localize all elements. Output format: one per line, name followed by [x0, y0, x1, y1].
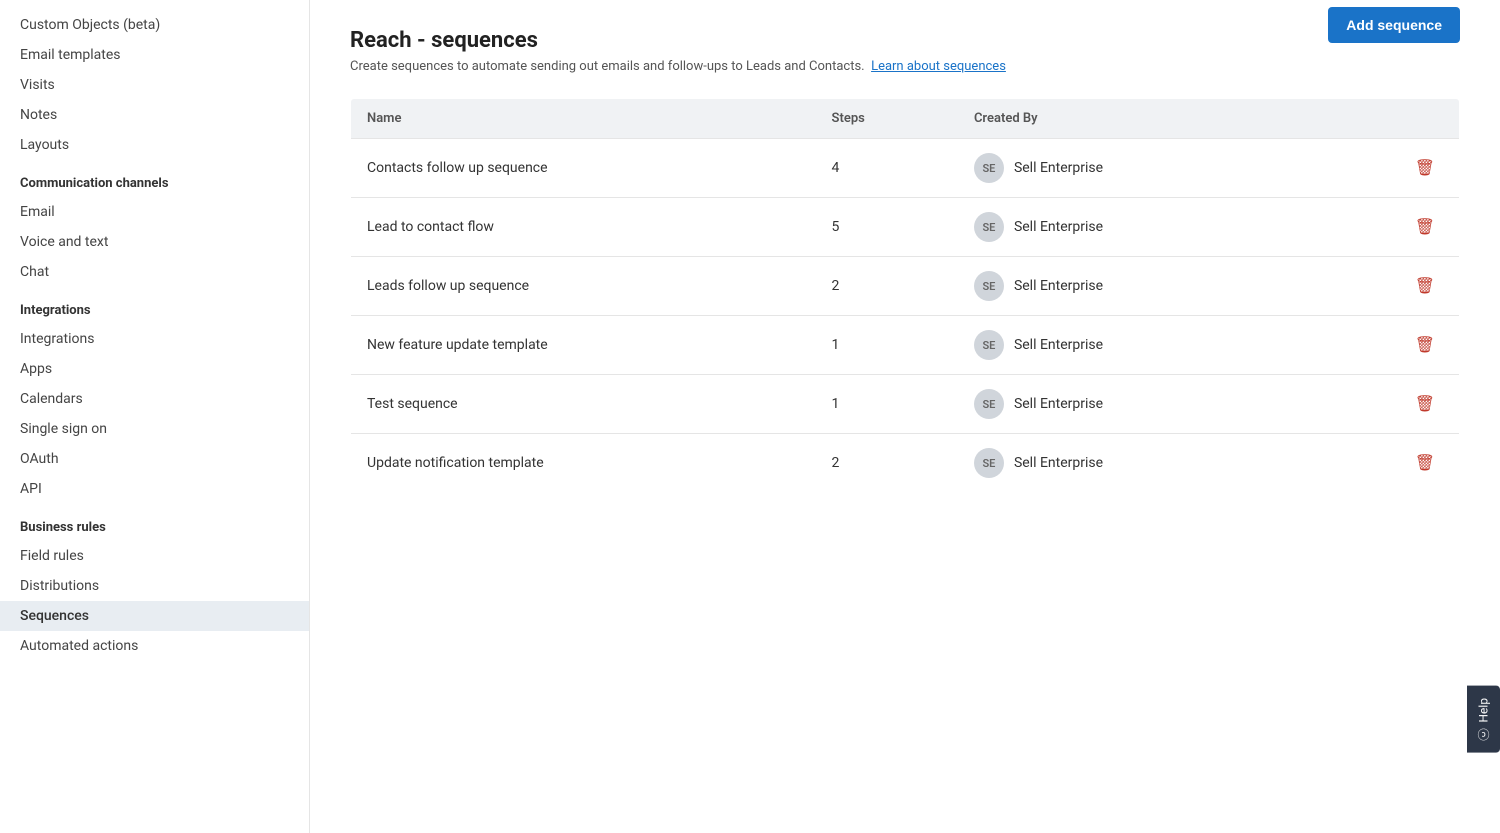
- sidebar-item-integrations[interactable]: Integrations: [0, 324, 309, 354]
- sidebar: Custom Objects (beta)Email templatesVisi…: [0, 0, 310, 833]
- delete-sequence-button[interactable]: 🗑: [1407, 390, 1443, 418]
- sequence-created-by: SE Sell Enterprise: [958, 316, 1309, 375]
- sequence-name: Leads follow up sequence: [351, 257, 816, 316]
- sequences-table: Name Steps Created By Contacts follow up…: [350, 98, 1460, 493]
- sequence-name: Lead to contact flow: [351, 198, 816, 257]
- sidebar-item-voice-and-text[interactable]: Voice and text: [0, 227, 309, 257]
- sidebar-item-apps[interactable]: Apps: [0, 354, 309, 384]
- table-row: New feature update template1 SE Sell Enter…: [351, 316, 1460, 375]
- sidebar-item-automated-actions[interactable]: Automated actions: [0, 631, 309, 661]
- sidebar-item-custom-objects[interactable]: Custom Objects (beta): [0, 10, 309, 40]
- sidebar-item-api[interactable]: API: [0, 474, 309, 504]
- delete-sequence-button[interactable]: 🗑: [1407, 449, 1443, 477]
- table-row: Update notification template2 SE Sell Ente…: [351, 434, 1460, 493]
- sequence-name: Update notification template: [351, 434, 816, 493]
- sidebar-section-business-rules: Business rules: [0, 504, 309, 541]
- sequence-steps: 1: [816, 375, 958, 434]
- creator-name: Sell Enterprise: [1014, 396, 1103, 412]
- delete-sequence-button[interactable]: 🗑: [1407, 213, 1443, 241]
- sequence-created-by: SE Sell Enterprise: [958, 375, 1309, 434]
- page-description: Create sequences to automate sending out…: [350, 59, 1460, 74]
- sequence-name: New feature update template: [351, 316, 816, 375]
- avatar: SE: [974, 330, 1004, 360]
- table-row: Test sequence1 SE Sell Enterprise 🗑: [351, 375, 1460, 434]
- table-row: Leads follow up sequence2 SE Sell Enterpri…: [351, 257, 1460, 316]
- sidebar-item-single-sign-on[interactable]: Single sign on: [0, 414, 309, 444]
- col-created-by: Created By: [958, 99, 1309, 139]
- table-header-row: Name Steps Created By: [351, 99, 1460, 139]
- sequence-created-by: SE Sell Enterprise: [958, 198, 1309, 257]
- sequence-created-by: SE Sell Enterprise: [958, 139, 1309, 198]
- avatar: SE: [974, 389, 1004, 419]
- sidebar-item-calendars[interactable]: Calendars: [0, 384, 309, 414]
- sequence-steps: 2: [816, 434, 958, 493]
- delete-sequence-button[interactable]: 🗑: [1407, 154, 1443, 182]
- sidebar-item-layouts[interactable]: Layouts: [0, 130, 309, 160]
- sidebar-item-sequences[interactable]: Sequences: [0, 601, 309, 631]
- add-sequence-button[interactable]: Add sequence: [1328, 7, 1460, 43]
- sequence-name: Test sequence: [351, 375, 816, 434]
- delete-sequence-button[interactable]: 🗑: [1407, 331, 1443, 359]
- creator-name: Sell Enterprise: [1014, 219, 1103, 235]
- sequence-created-by: SE Sell Enterprise: [958, 434, 1309, 493]
- table-row: Contacts follow up sequence4 SE Sell Enter…: [351, 139, 1460, 198]
- sequence-steps: 4: [816, 139, 958, 198]
- sidebar-item-field-rules[interactable]: Field rules: [0, 541, 309, 571]
- avatar: SE: [974, 212, 1004, 242]
- sequence-steps: 2: [816, 257, 958, 316]
- sidebar-item-visits[interactable]: Visits: [0, 70, 309, 100]
- learn-link[interactable]: Learn about sequences: [871, 59, 1006, 74]
- avatar: SE: [974, 448, 1004, 478]
- sequence-name: Contacts follow up sequence: [351, 139, 816, 198]
- col-steps: Steps: [816, 99, 958, 139]
- sidebar-section-communication-channels: Communication channels: [0, 160, 309, 197]
- help-label: Help: [1477, 698, 1491, 723]
- avatar: SE: [974, 153, 1004, 183]
- main-content: Reach - sequences Add sequence Create se…: [310, 0, 1500, 833]
- page-description-text: Create sequences to automate sending out…: [350, 59, 865, 74]
- sidebar-item-oauth[interactable]: OAuth: [0, 444, 309, 474]
- sidebar-item-distributions[interactable]: Distributions: [0, 571, 309, 601]
- table-row: Lead to contact flow5 SE Sell Enterprise 🗑: [351, 198, 1460, 257]
- sequence-steps: 5: [816, 198, 958, 257]
- col-name: Name: [351, 99, 816, 139]
- delete-sequence-button[interactable]: 🗑: [1407, 272, 1443, 300]
- creator-name: Sell Enterprise: [1014, 160, 1103, 176]
- sequence-created-by: SE Sell Enterprise: [958, 257, 1309, 316]
- sidebar-item-notes[interactable]: Notes: [0, 100, 309, 130]
- creator-name: Sell Enterprise: [1014, 278, 1103, 294]
- help-icon: ⓒ: [1475, 729, 1492, 741]
- col-actions: [1309, 99, 1459, 139]
- sequence-steps: 1: [816, 316, 958, 375]
- creator-name: Sell Enterprise: [1014, 455, 1103, 471]
- sidebar-item-email-templates[interactable]: Email templates: [0, 40, 309, 70]
- page-title: Reach - sequences: [350, 28, 1460, 53]
- help-button[interactable]: ⓒ Help: [1467, 686, 1500, 753]
- sidebar-item-email[interactable]: Email: [0, 197, 309, 227]
- avatar: SE: [974, 271, 1004, 301]
- sidebar-section-integrations: Integrations: [0, 287, 309, 324]
- sidebar-item-chat[interactable]: Chat: [0, 257, 309, 287]
- creator-name: Sell Enterprise: [1014, 337, 1103, 353]
